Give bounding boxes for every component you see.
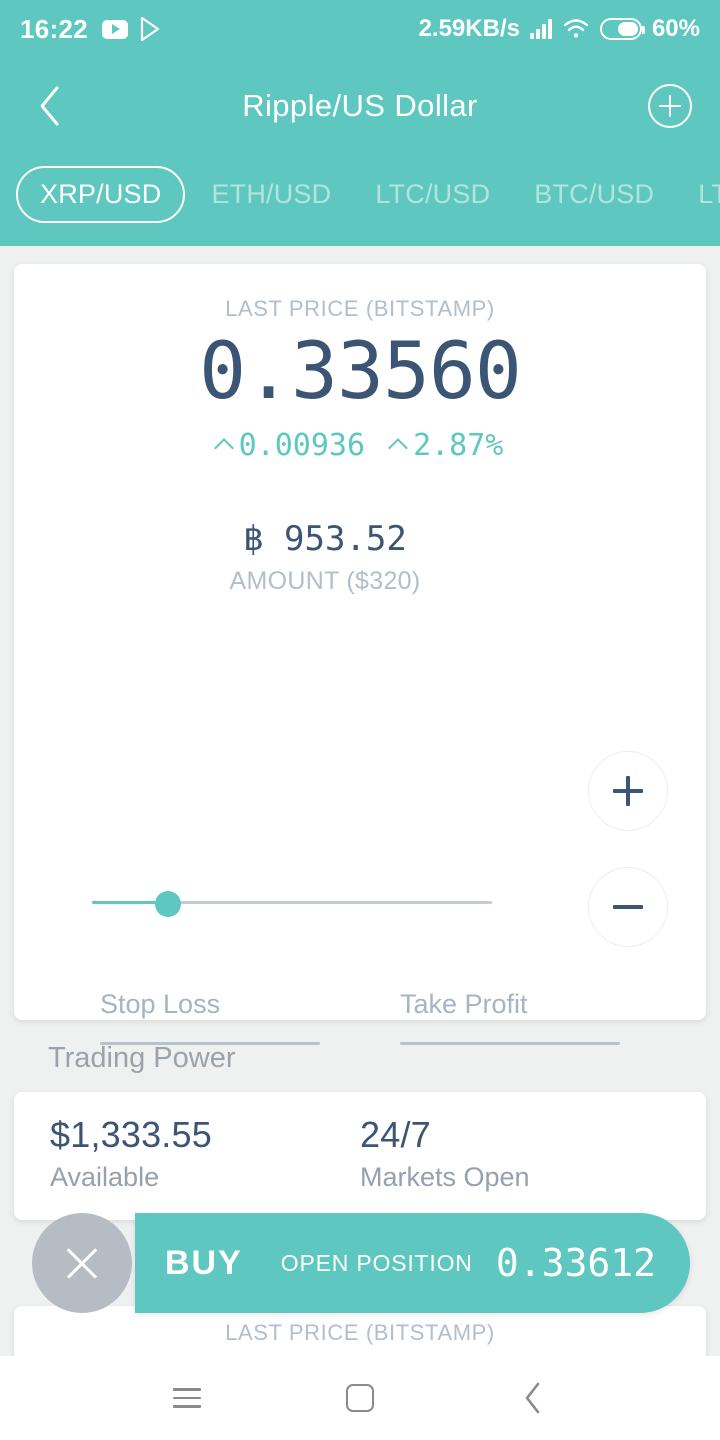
app-header: 16:22 2.59KB/s 60% Ripple/US Dollar XRP/…: [0, 0, 720, 246]
network-speed: 2.59KB/s: [418, 15, 520, 42]
markets-open-cell: 24/7 Markets Open: [360, 1114, 670, 1220]
battery-icon: [599, 18, 645, 40]
tab-ltc-eur[interactable]: LTC/EUR: [680, 167, 720, 222]
buy-price: 0.33612: [495, 1241, 656, 1285]
open-position-bar: BUY OPEN POSITION 0.33612: [32, 1213, 690, 1313]
signal-bars-icon: [529, 19, 552, 39]
wifi-icon: [563, 19, 589, 38]
take-profit-placeholder: Take Profit: [400, 989, 528, 1019]
add-instrument-button[interactable]: [648, 84, 692, 128]
change-percent: 2.87%: [388, 427, 504, 463]
status-time: 16:22: [20, 13, 88, 44]
recents-button[interactable]: [157, 1368, 217, 1428]
increase-amount-button[interactable]: [588, 751, 668, 831]
status-left-icons: [102, 17, 162, 41]
instrument-tabs: XRP/USD ETH/USD LTC/USD BTC/USD LTC/EUR: [0, 154, 720, 234]
minus-icon: [613, 905, 643, 909]
close-icon: [62, 1243, 102, 1283]
change-absolute: 0.00936: [213, 427, 366, 463]
last-price-label: LAST PRICE (BITSTAMP): [225, 296, 495, 321]
play-store-icon: [140, 17, 160, 41]
back-chevron-icon: [526, 1382, 540, 1414]
trading-power-label: Trading Power: [48, 1042, 236, 1074]
trade-panel-card: LAST PRICE (BITSTAMP) 0.33560 0.00936 2.…: [14, 264, 706, 1045]
nav-back-button[interactable]: [503, 1368, 563, 1428]
markets-open-caption: Markets Open: [360, 1162, 530, 1192]
tab-btc-usd[interactable]: BTC/USD: [516, 167, 672, 222]
caret-up-icon: [213, 438, 234, 459]
amount-block: ฿ 953.52 AMOUNT ($320): [14, 519, 706, 596]
menu-icon: [172, 1382, 201, 1414]
amount-slider[interactable]: [92, 891, 492, 917]
app-screen: 16:22 2.59KB/s 60% Ripple/US Dollar XRP/…: [0, 0, 720, 1440]
page-title: Ripple/US Dollar: [242, 88, 478, 123]
tab-ltc-usd[interactable]: LTC/USD: [357, 167, 508, 222]
available-caption: Available: [50, 1162, 160, 1192]
take-profit-underline: [400, 1042, 620, 1045]
caret-up-icon: [388, 438, 408, 459]
take-profit-field[interactable]: Take Profit: [400, 989, 620, 1045]
change-absolute-value: 0.00936: [238, 427, 366, 463]
markets-open-value: 24/7: [360, 1114, 431, 1155]
open-position-label: OPEN POSITION: [280, 1249, 473, 1276]
available-value: $1,333.55: [50, 1114, 212, 1155]
home-button[interactable]: [330, 1368, 390, 1428]
risk-fields-row: Stop Loss Take Profit: [14, 989, 706, 1045]
amount-label: AMOUNT ($320): [229, 566, 421, 595]
battery-percent: 60%: [651, 15, 700, 42]
cancel-order-button[interactable]: [32, 1213, 132, 1313]
home-square-icon: [345, 1384, 374, 1412]
app-bar: Ripple/US Dollar: [0, 58, 720, 154]
tab-eth-usd[interactable]: ETH/USD: [193, 167, 349, 222]
price-change-row: 0.00936 2.87%: [14, 428, 706, 463]
buy-button[interactable]: BUY OPEN POSITION 0.33612: [135, 1213, 690, 1313]
slider-thumb[interactable]: [155, 891, 181, 917]
decrease-amount-button[interactable]: [588, 867, 668, 947]
tab-xrp-usd[interactable]: XRP/USD: [16, 165, 186, 223]
youtube-icon: [102, 19, 128, 39]
status-bar: 16:22 2.59KB/s 60%: [0, 0, 720, 58]
stop-loss-field[interactable]: Stop Loss: [100, 989, 320, 1045]
amount-value: ฿ 953.52: [243, 518, 407, 559]
available-cell: $1,333.55 Available: [50, 1114, 360, 1220]
status-right-icons: 2.59KB/s 60%: [419, 15, 700, 43]
change-percent-value: 2.87%: [413, 427, 504, 463]
buy-label: BUY: [165, 1243, 243, 1282]
trading-power-card: $1,333.55 Available 24/7 Markets Open: [14, 1092, 706, 1220]
stop-loss-placeholder: Stop Loss: [100, 989, 221, 1019]
android-nav-bar: [0, 1356, 720, 1440]
back-chevron-icon[interactable]: [28, 84, 72, 128]
last-price-value: 0.33560: [199, 327, 522, 417]
